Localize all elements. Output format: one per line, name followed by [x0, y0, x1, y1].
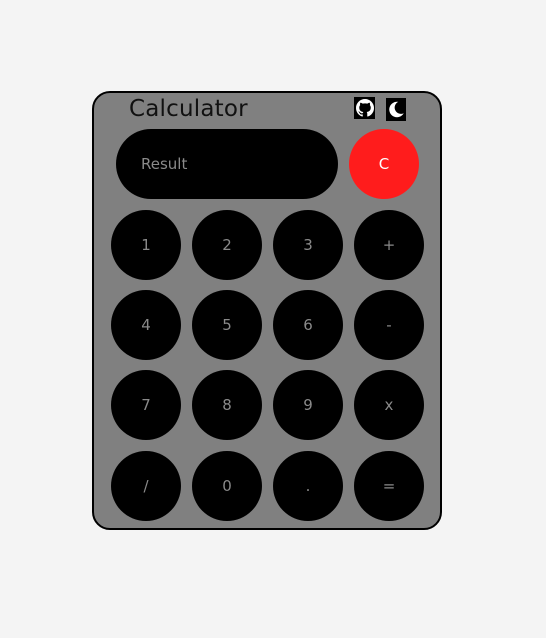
key-7[interactable]: 7 [111, 370, 181, 440]
calculator-panel: Calculator Result C 1 2 3 + 4 5 6 - 7 8 … [92, 91, 442, 530]
key-divide[interactable]: / [111, 451, 181, 521]
moon-icon [389, 101, 404, 118]
key-0[interactable]: 0 [192, 451, 262, 521]
clear-button[interactable]: C [349, 129, 419, 199]
key-8[interactable]: 8 [192, 370, 262, 440]
key-multiply[interactable]: x [354, 370, 424, 440]
key-2[interactable]: 2 [192, 210, 262, 280]
github-button[interactable] [354, 97, 375, 119]
key-4[interactable]: 4 [111, 290, 181, 360]
key-equals[interactable]: = [354, 451, 424, 521]
key-9[interactable]: 9 [273, 370, 343, 440]
result-display: Result [116, 129, 338, 199]
github-icon [355, 99, 374, 117]
key-1[interactable]: 1 [111, 210, 181, 280]
key-decimal[interactable]: . [273, 451, 343, 521]
theme-toggle-button[interactable] [386, 98, 406, 121]
key-5[interactable]: 5 [192, 290, 262, 360]
app-title: Calculator [129, 96, 248, 122]
key-3[interactable]: 3 [273, 210, 343, 280]
key-minus[interactable]: - [354, 290, 424, 360]
key-plus[interactable]: + [354, 210, 424, 280]
key-6[interactable]: 6 [273, 290, 343, 360]
